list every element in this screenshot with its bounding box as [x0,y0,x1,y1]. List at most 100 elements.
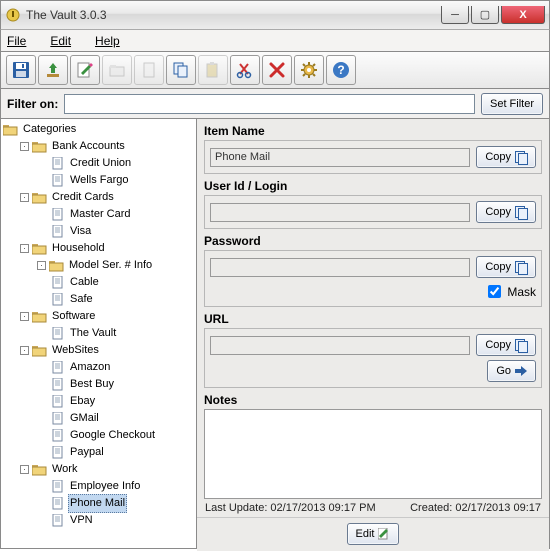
tree-folder[interactable]: ·Software [20,308,194,325]
url-field[interactable] [210,336,470,355]
filter-row: Filter on: Set Filter [0,89,550,119]
menubar: File Edit Help [0,30,550,52]
user-field[interactable] [210,203,470,222]
tree-item[interactable]: ·Model Ser. # Info [37,257,194,274]
edit-button[interactable] [70,55,100,85]
tree-folder[interactable]: · Work [20,461,194,478]
tree-item-label: Google Checkout [68,427,157,444]
tree-folder-label: Household [50,240,107,257]
tree-item[interactable]: Master Card [37,206,194,223]
tree-item[interactable]: Amazon [37,359,194,376]
folder-icon [32,242,47,255]
help-button[interactable]: ? [326,55,356,85]
tree-toggle[interactable]: · [20,346,29,355]
save-button[interactable] [6,55,36,85]
folder-new-button[interactable] [102,55,132,85]
document-icon [50,395,65,408]
notes-textarea[interactable] [204,409,542,499]
menu-edit[interactable]: Edit [50,34,83,48]
notes-title: Notes [204,393,542,407]
tree-item[interactable]: Wells Fargo [37,172,194,189]
menu-file[interactable]: File [7,34,38,48]
tree-item-label: Employee Info [68,478,142,495]
tree-item-label: Ebay [68,393,97,410]
copy-button[interactable] [166,55,196,85]
status-last-update: Last Update: 02/17/2013 09:17 PM [205,502,376,514]
cut-button[interactable] [230,55,260,85]
tree-toggle[interactable]: · [20,142,29,151]
item-name-title: Item Name [204,124,542,138]
tree-item[interactable]: Safe [37,291,194,308]
folder-icon [32,463,47,476]
tree-item[interactable]: Credit Union [37,155,194,172]
url-go-button[interactable]: Go [487,360,536,382]
tree-toggle[interactable]: · [20,193,29,202]
folder-icon [49,259,64,272]
folder-icon [32,310,47,323]
edit-entry-button[interactable]: Edit [347,523,400,545]
user-copy-button[interactable]: Copy [476,201,536,223]
group-password: Password Copy Mask [204,234,542,307]
tree-item[interactable]: GMail [37,410,194,427]
window-buttons: ─ ▢ X [439,6,545,24]
tree-toggle[interactable]: · [20,244,29,253]
tree-folder[interactable]: · Household [20,240,194,257]
filter-input[interactable] [64,94,475,114]
tree-root[interactable]: Categories [3,121,194,138]
tree-item-label: Amazon [68,359,112,376]
document-icon [50,497,65,510]
tree-toggle[interactable]: · [20,465,29,474]
tree-item[interactable]: Google Checkout [37,427,194,444]
paste-button[interactable] [198,55,228,85]
minimize-button[interactable]: ─ [441,6,469,24]
tree-folder[interactable]: ·Bank Accounts [20,138,194,155]
folder-icon [32,140,47,153]
settings-button[interactable] [294,55,324,85]
tree-item[interactable]: Best Buy [37,376,194,393]
filter-label: Filter on: [7,97,58,111]
tree-item[interactable]: Paypal [37,444,194,461]
doc-new-button[interactable] [134,55,164,85]
document-icon [50,514,65,527]
set-filter-button[interactable]: Set Filter [481,93,543,115]
category-tree[interactable]: Categories·Bank AccountsCredit UnionWell… [1,119,197,548]
maximize-button[interactable]: ▢ [471,6,499,24]
tree-item-label: Wells Fargo [68,172,130,189]
tree-folder[interactable]: ·WebSites [20,342,194,359]
password-field[interactable] [210,258,470,277]
tree-item[interactable]: Visa [37,223,194,240]
tree-item[interactable]: Phone Mail [37,495,194,512]
tree-item[interactable]: Ebay [37,393,194,410]
tree-folder-label: Work [50,461,79,478]
tree-item[interactable]: Employee Info [37,478,194,495]
delete-button[interactable] [262,55,292,85]
tree-item[interactable]: VPN [37,512,194,529]
app-icon [5,7,21,23]
tree-item-label: The Vault [68,325,118,342]
tree-folder[interactable]: ·Credit Cards [20,189,194,206]
mask-checkbox-input[interactable] [488,285,501,298]
tree-item-label: GMail [68,410,101,427]
export-button[interactable] [38,55,68,85]
tree-toggle[interactable]: · [37,261,46,270]
url-copy-button[interactable]: Copy [476,334,536,356]
mask-checkbox[interactable]: Mask [484,282,536,301]
item-name-copy-button[interactable]: Copy [476,146,536,168]
close-button[interactable]: X [501,6,545,24]
document-icon [50,429,65,442]
menu-help[interactable]: Help [95,34,132,48]
document-icon [50,157,65,170]
tree-item[interactable]: The Vault [37,325,194,342]
tree-item-label: Paypal [68,444,106,461]
titlebar: The Vault 3.0.3 ─ ▢ X [0,0,550,30]
tree-toggle[interactable]: · [20,312,29,321]
edit-bar: Edit [197,517,549,551]
password-copy-button[interactable]: Copy [476,256,536,278]
item-name-field[interactable] [210,148,470,167]
tree-item-label: Cable [68,274,101,291]
svg-text:?: ? [337,63,344,77]
main-area: Categories·Bank AccountsCredit UnionWell… [0,119,550,549]
tree-item[interactable]: Cable [37,274,194,291]
document-icon [50,293,65,306]
status-created: Created: 02/17/2013 09:17 [410,502,541,514]
